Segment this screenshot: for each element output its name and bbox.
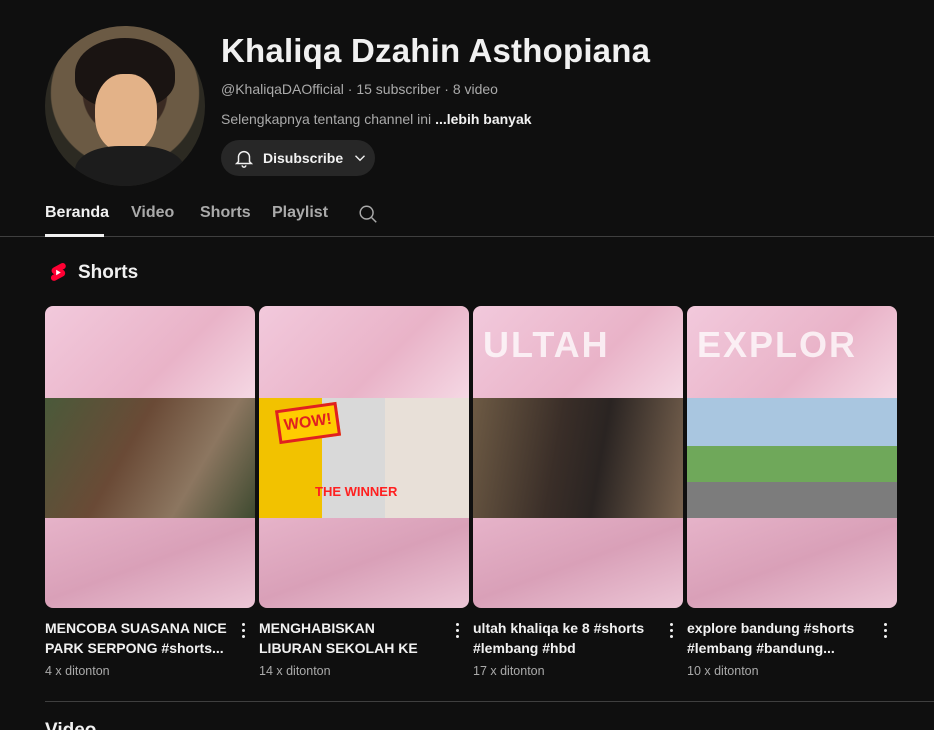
more-options-icon[interactable] [447,618,467,642]
section-title-text: Shorts [78,262,139,283]
more-options-icon[interactable] [661,618,681,642]
tab-playlist[interactable]: Playlist [272,204,328,222]
short-title[interactable]: MENCOBA SUASANA NICE PARK SERPONG #short… [45,618,227,658]
thumb-overlay-text: ULTAH [483,324,610,365]
about-text: Selengkapnya tentang channel ini [221,111,436,127]
winner-caption: THE WINNER [315,484,398,499]
short-title[interactable]: ultah khaliqa ke 8 #shorts #lembang #hbd… [473,618,655,658]
thumb-overlay-text: EXPLOR [697,324,858,365]
active-tab-indicator [45,234,104,237]
subscribe-button[interactable]: Disubscribe [221,140,375,176]
short-card[interactable]: WOW! THE WINNER MENGHABISKAN LIBURAN SEK… [259,306,469,678]
channel-meta: @KhaliqaDAOfficial · 15 subscriber · 8 v… [221,81,498,97]
more-options-icon[interactable] [233,618,253,642]
search-icon[interactable] [357,203,379,225]
short-views: 14 x ditonton [259,664,331,678]
short-thumbnail[interactable]: EXPLOR [687,306,897,608]
video-section-title: Video [45,720,96,730]
subscribe-label: Disubscribe [263,150,344,166]
short-title[interactable]: MENGHABISKAN LIBURAN SEKOLAH KE AMAZONE🥰… [259,618,441,658]
tab-shorts[interactable]: Shorts [200,204,251,222]
short-thumbnail[interactable]: ULTAH [473,306,683,608]
tab-beranda[interactable]: Beranda [45,204,109,222]
shorts-logo-icon [50,263,66,281]
channel-avatar[interactable] [45,26,205,186]
short-views: 4 x ditonton [45,664,110,678]
short-card[interactable]: ULTAH ultah khaliqa ke 8 #shorts #lemban… [473,306,683,678]
more-options-icon[interactable] [875,618,895,642]
wow-sticker: WOW! [274,401,342,445]
short-card[interactable]: EXPLOR explore bandung #shorts #lembang … [687,306,897,678]
about-more-link[interactable]: ...lebih banyak [435,111,531,127]
chevron-down-icon [355,155,366,162]
short-views: 10 x ditonton [687,664,759,678]
bell-icon [234,150,254,168]
avatar-shirt [75,146,185,186]
short-title[interactable]: explore bandung #shorts #lembang #bandun… [687,618,869,658]
tab-video[interactable]: Video [131,204,174,222]
short-views: 17 x ditonton [473,664,545,678]
short-thumbnail[interactable] [45,306,255,608]
section-divider [45,701,934,702]
channel-name: Khaliqa Dzahin Asthopiana [221,32,651,69]
short-card[interactable]: MENCOBA SUASANA NICE PARK SERPONG #short… [45,306,255,678]
channel-about[interactable]: Selengkapnya tentang channel ini ...lebi… [221,111,532,127]
short-thumbnail[interactable]: WOW! THE WINNER [259,306,469,608]
shorts-section-title: Shorts [48,262,138,284]
avatar-face [95,74,157,152]
channel-tabs: Beranda Video Shorts Playlist [0,196,934,237]
